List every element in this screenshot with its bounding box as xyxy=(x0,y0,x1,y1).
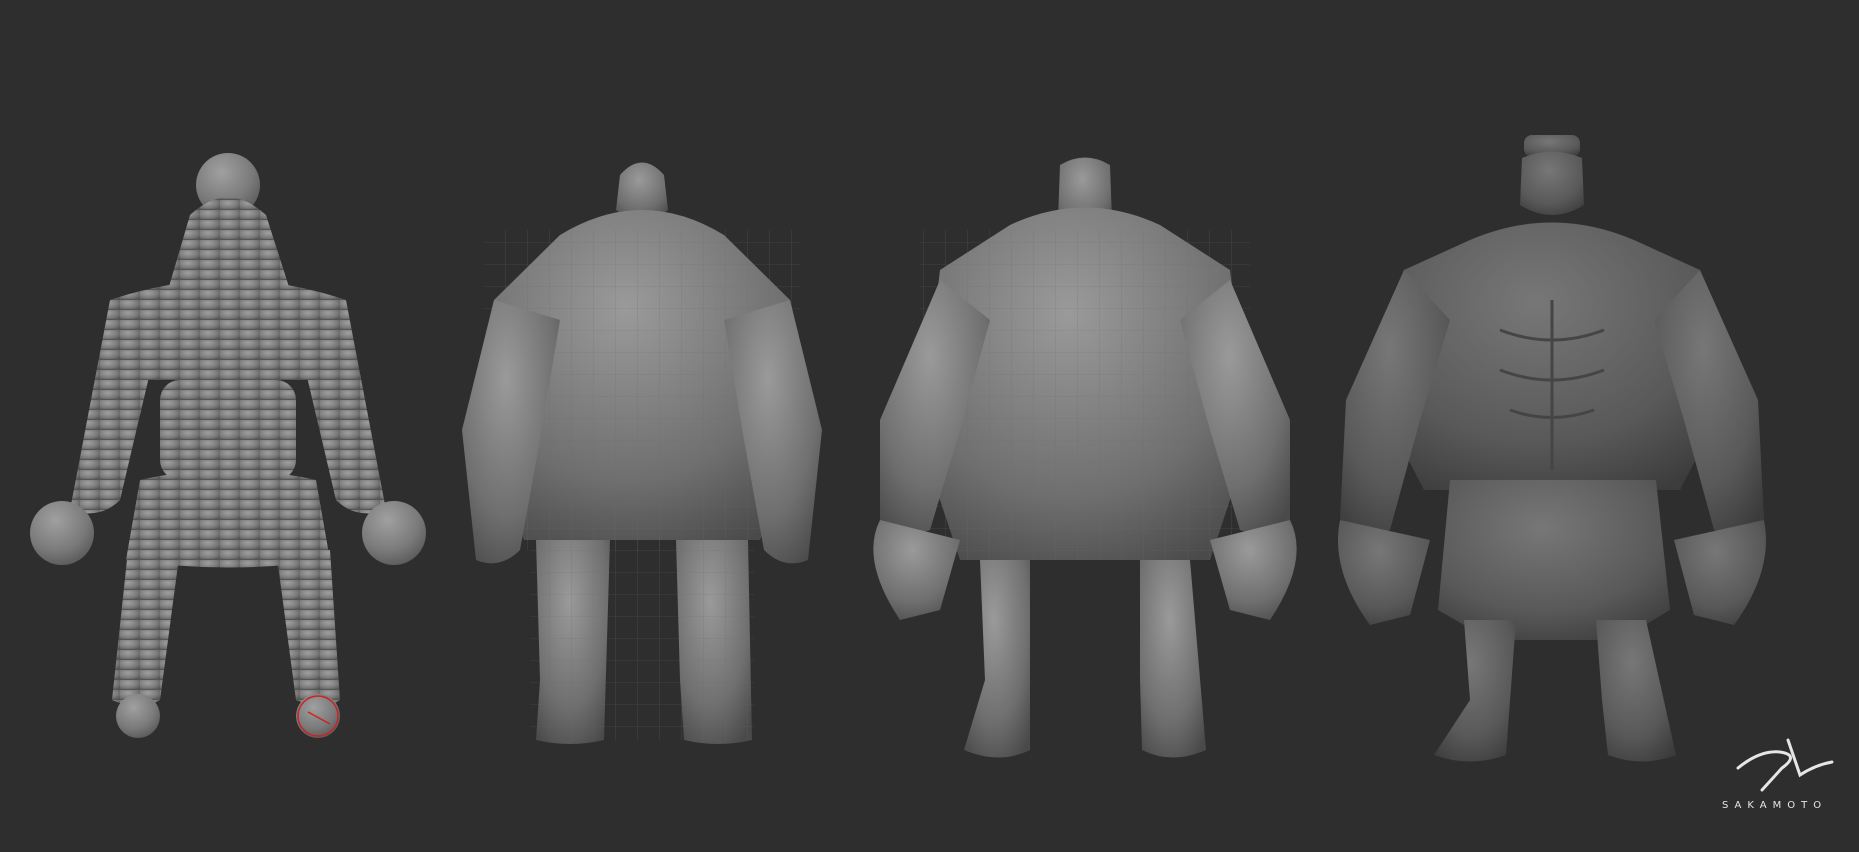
final-figure xyxy=(1338,135,1766,762)
lowpoly-figure xyxy=(462,162,822,744)
sk-signature-logo xyxy=(1736,738,1834,792)
sphere-mesh-figure xyxy=(30,153,426,738)
canvas xyxy=(0,0,1859,847)
midpoly-figure xyxy=(873,157,1297,758)
watermark-text: SAKAMOTO xyxy=(1722,800,1828,811)
scene-svg xyxy=(30,135,1834,792)
